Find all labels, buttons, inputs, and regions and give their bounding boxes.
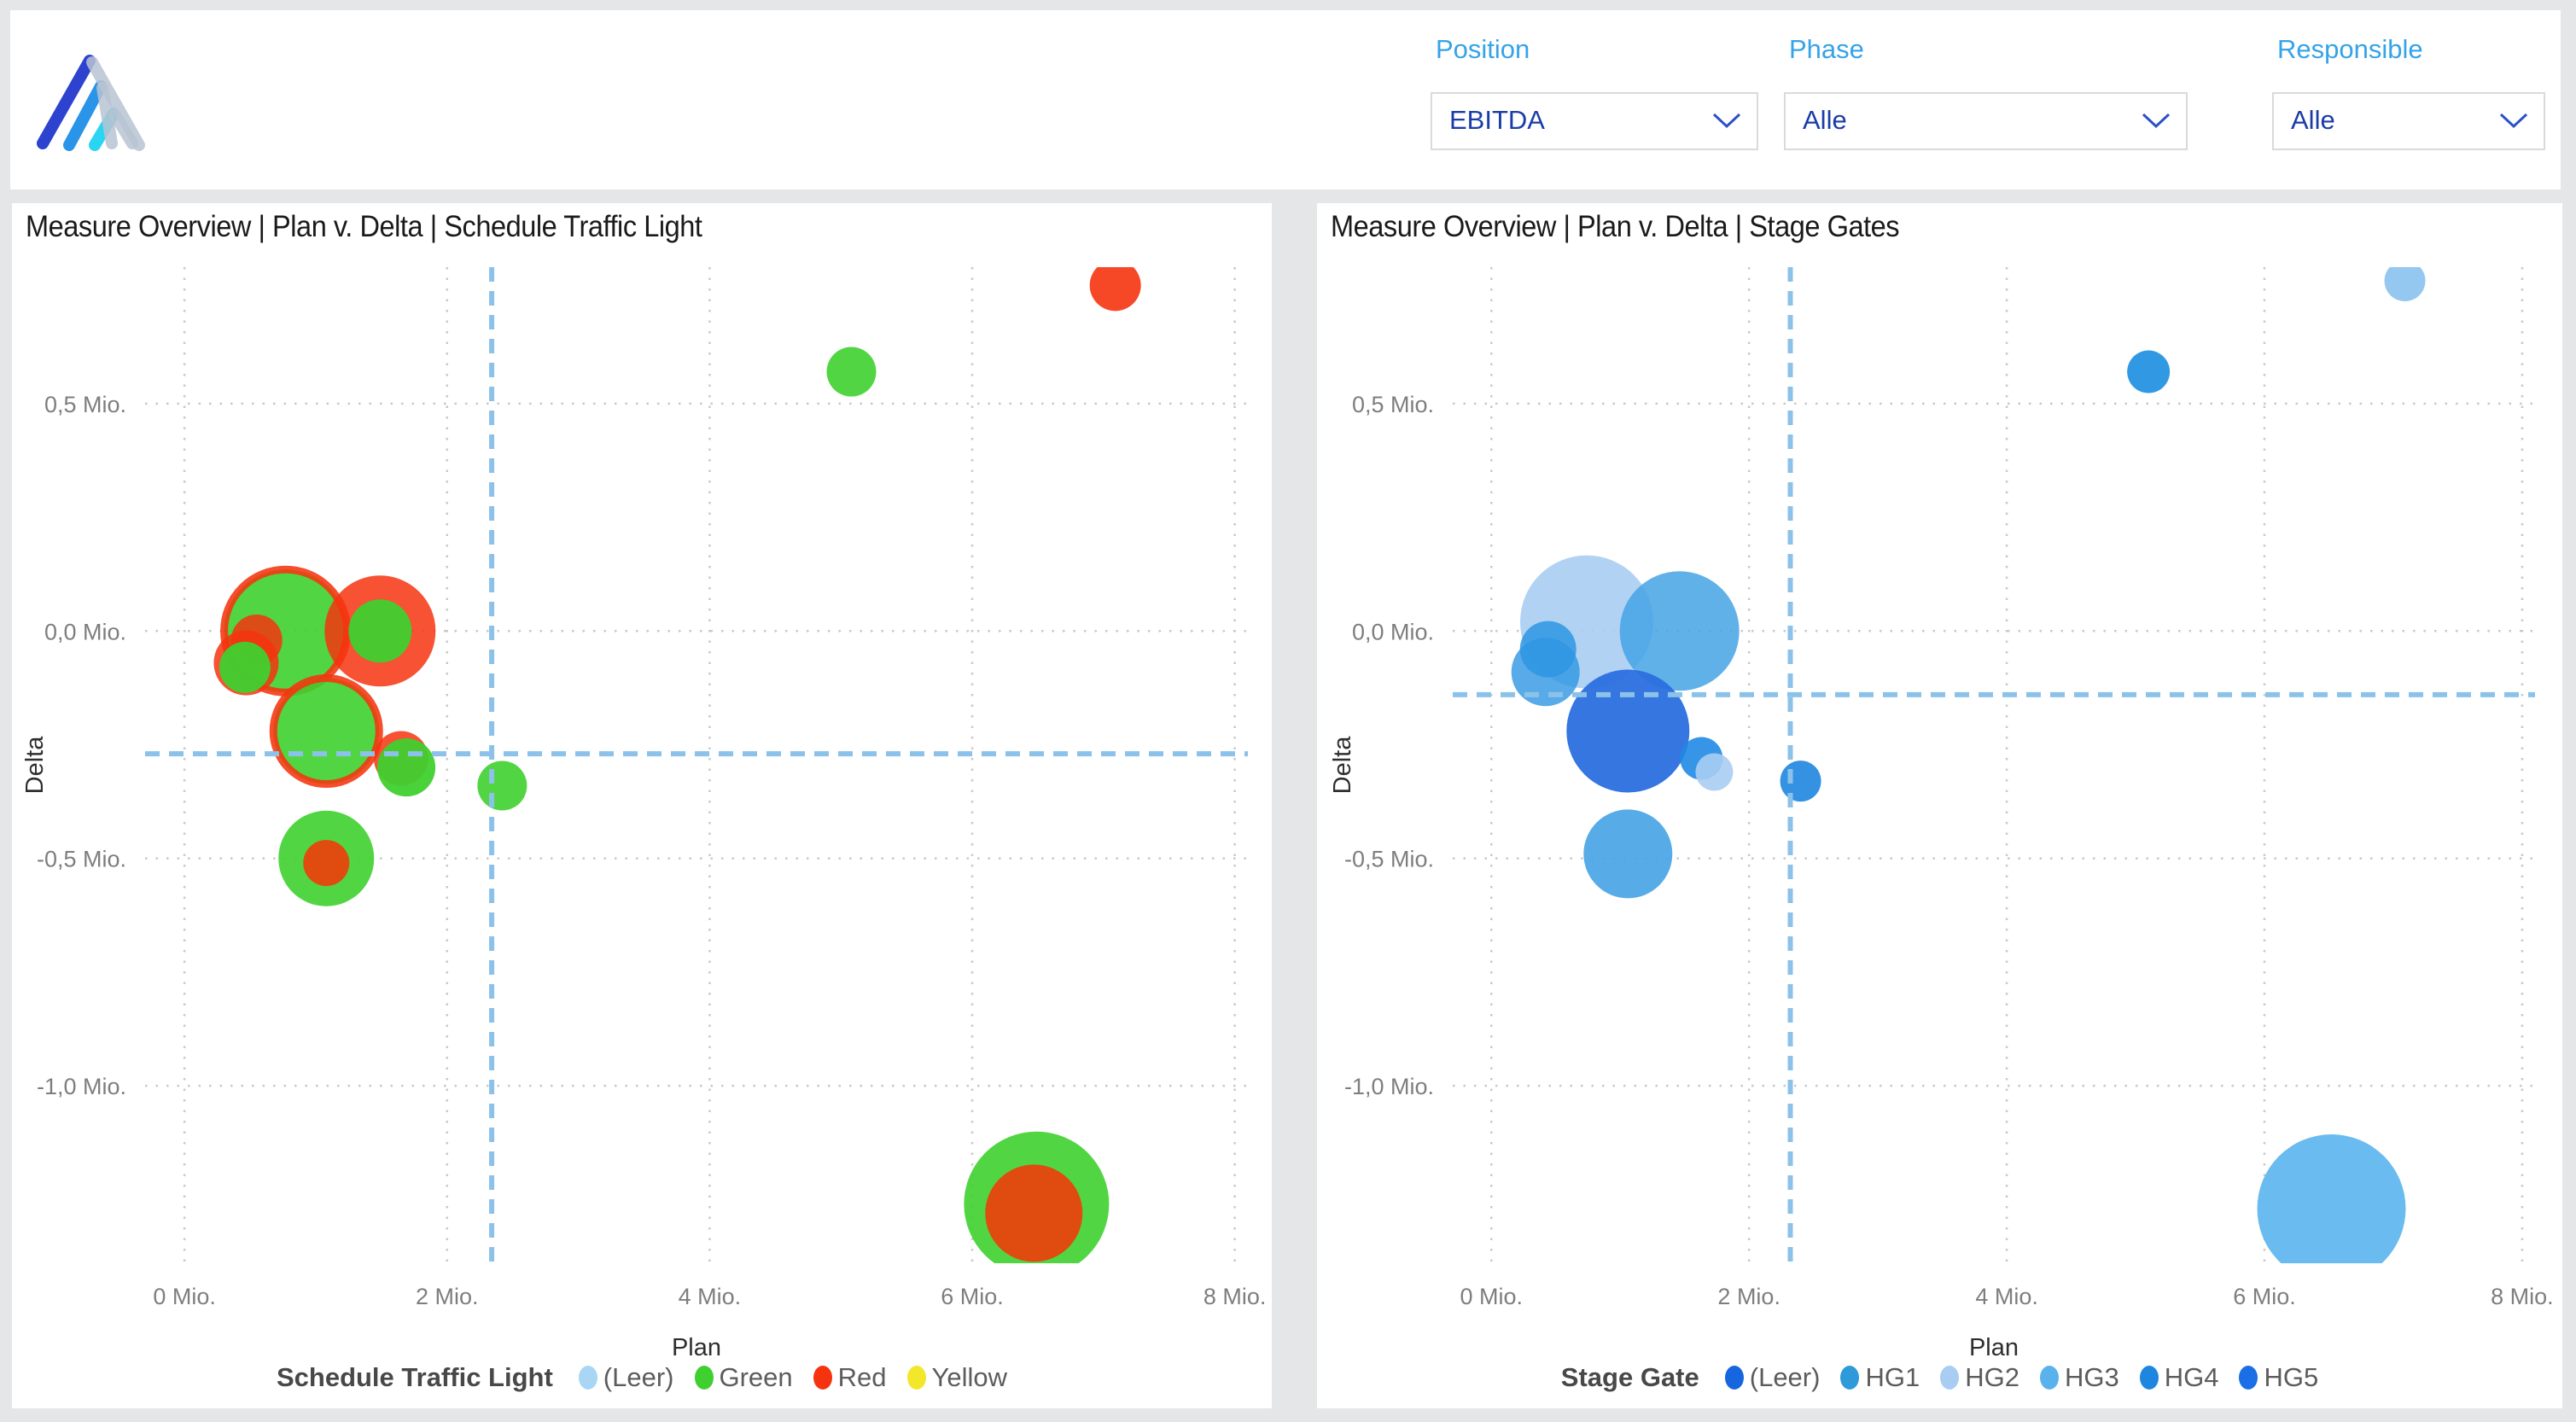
legend-title: Schedule Traffic Light [277, 1362, 553, 1393]
bubble-Green[interactable] [219, 642, 271, 693]
traffic-light-chart-card: Measure Overview | Plan v. Delta | Sched… [12, 203, 1272, 1408]
legend-dot-icon [1840, 1366, 1859, 1390]
y-tick-label: 0,5 Mio. [1352, 392, 1434, 417]
filter-phase-dropdown[interactable]: Alle [1784, 92, 2188, 150]
dashboard-page: { "header": { "logo_colors": ["#2d43cf",… [0, 0, 2576, 1422]
x-tick-label: 0 Mio. [1460, 1284, 1524, 1309]
x-tick-label: 6 Mio. [941, 1284, 1004, 1309]
x-tick-label: 8 Mio. [1203, 1284, 1267, 1309]
bubble-Green[interactable] [377, 738, 435, 796]
legend-item-label: (Leer) [1750, 1362, 1821, 1393]
bubble-Green[interactable] [273, 679, 379, 784]
bubble-Green[interactable] [477, 761, 527, 810]
x-tick-label: 6 Mio. [2233, 1284, 2296, 1309]
chevron-down-icon[interactable] [2499, 113, 2528, 130]
stage-gates-chart-card: Measure Overview | Plan v. Delta | Stage… [1317, 203, 2562, 1408]
filter-position-value: EBITDA [1449, 105, 1545, 135]
legend-item-HG4[interactable]: HG4 [2140, 1362, 2219, 1393]
legend-item-label: HG3 [2065, 1362, 2119, 1393]
x-tick-label: 4 Mio. [1975, 1284, 2038, 1309]
filter-responsible-label: Responsible [2277, 34, 2423, 65]
stage-gates-legend: Stage Gate (Leer) HG1 HG2 HG3 HG4 HG5 [1317, 1362, 2562, 1393]
chevron-down-icon[interactable] [1712, 113, 1741, 130]
x-axis-title: Plan [1969, 1334, 2019, 1361]
bubble-HG2[interactable] [2385, 260, 2426, 301]
x-tick-label: 0 Mio. [153, 1284, 216, 1309]
legend-dot-icon [1725, 1366, 1744, 1390]
bubble-HG3[interactable] [2257, 1134, 2405, 1283]
bubble-Green[interactable] [348, 599, 411, 662]
legend-dot-icon [813, 1366, 832, 1390]
y-tick-label: -0,5 Mio. [37, 847, 126, 872]
bubble-Red[interactable] [303, 840, 349, 886]
legend-item-(Leer)[interactable]: (Leer) [1725, 1362, 1821, 1393]
traffic-light-chart-plot[interactable]: 0 Mio. 2 Mio. 4 Mio. 6 Mio. 8 Mio. 0,5 Mio. 0,… [12, 203, 1272, 1408]
legend-item-label: Red [838, 1362, 887, 1393]
legend-item-Yellow[interactable]: Yellow [907, 1362, 1007, 1393]
legend-dot-icon [579, 1366, 597, 1390]
bubble-HG2[interactable] [1695, 753, 1733, 790]
legend-item-label: HG1 [1865, 1362, 1920, 1393]
legend-item-label: Green [720, 1362, 793, 1393]
legend-item-label: (Leer) [603, 1362, 674, 1393]
x-tick-label: 4 Mio. [679, 1284, 742, 1309]
legend-item-label: HG2 [1965, 1362, 2019, 1393]
y-tick-label: -1,0 Mio. [1344, 1074, 1434, 1099]
bubble-layer [213, 259, 1140, 1276]
x-axis-title: Plan [672, 1334, 721, 1361]
bubble-HG3[interactable] [1583, 809, 1672, 898]
y-axis-title: Delta [1329, 736, 1356, 795]
y-tick-label: -1,0 Mio. [37, 1074, 126, 1099]
stage-gates-chart-plot[interactable]: 0 Mio. 2 Mio. 4 Mio. 6 Mio. 8 Mio. 0,5 Mio. 0,… [1317, 203, 2562, 1408]
bubble-Red[interactable] [1090, 259, 1141, 311]
legend-dot-icon [1940, 1366, 1959, 1390]
filter-responsible-value: Alle [2291, 105, 2335, 135]
legend-item-label: Yellow [932, 1362, 1007, 1393]
legend-title: Stage Gate [1561, 1362, 1699, 1393]
filter-phase: Phase Alle [1784, 10, 2188, 189]
legend-item-HG3[interactable]: HG3 [2040, 1362, 2119, 1393]
y-tick-label: 0,5 Mio. [44, 392, 126, 417]
chevron-down-icon[interactable] [2142, 113, 2171, 130]
legend-item-Green[interactable]: Green [695, 1362, 793, 1393]
bubble-layer [1512, 260, 2426, 1283]
filter-position-dropdown[interactable]: EBITDA [1431, 92, 1758, 150]
legend-item-label: HG5 [2264, 1362, 2318, 1393]
legend-dot-icon [907, 1366, 926, 1390]
y-tick-label: 0,0 Mio. [1352, 619, 1434, 644]
legend-item-HG2[interactable]: HG2 [1940, 1362, 2019, 1393]
legend-dot-icon [2040, 1366, 2059, 1390]
x-tick-label: 2 Mio. [1717, 1284, 1780, 1309]
y-tick-label: -0,5 Mio. [1344, 847, 1434, 872]
legend-item-(Leer)[interactable]: (Leer) [579, 1362, 674, 1393]
legend-item-HG1[interactable]: HG1 [1840, 1362, 1920, 1393]
filter-phase-label: Phase [1789, 34, 1864, 65]
bubble-HG4[interactable] [1780, 761, 1821, 801]
legend-item-label: HG4 [2165, 1362, 2219, 1393]
legend-dot-icon [2239, 1366, 2258, 1390]
x-tick-label: 2 Mio. [416, 1284, 479, 1309]
legend-dot-icon [2140, 1366, 2159, 1390]
traffic-light-legend: Schedule Traffic Light (Leer) Green Red Yell… [12, 1362, 1272, 1393]
filter-phase-value: Alle [1803, 105, 1847, 135]
x-tick-label: 8 Mio. [2491, 1284, 2554, 1309]
filter-position: Position EBITDA [1431, 10, 1758, 189]
company-logo-icon [37, 53, 148, 154]
filter-responsible: Responsible Alle [2272, 10, 2545, 189]
bubble-(Leer)[interactable] [1566, 670, 1689, 793]
bubble-HG1[interactable] [1512, 638, 1580, 706]
filter-position-label: Position [1436, 34, 1530, 65]
legend-item-Red[interactable]: Red [813, 1362, 887, 1393]
legend-dot-icon [695, 1366, 714, 1390]
bubble-HG4[interactable] [2127, 351, 2170, 393]
bubble-Green[interactable] [826, 347, 876, 397]
legend-item-HG5[interactable]: HG5 [2239, 1362, 2318, 1393]
bubble-Red[interactable] [985, 1164, 1082, 1262]
y-axis-title: Delta [21, 736, 49, 795]
filter-responsible-dropdown[interactable]: Alle [2272, 92, 2545, 150]
y-tick-label: 0,0 Mio. [44, 619, 126, 644]
header-bar: Position EBITDA Phase Alle Responsible A… [10, 10, 2561, 189]
